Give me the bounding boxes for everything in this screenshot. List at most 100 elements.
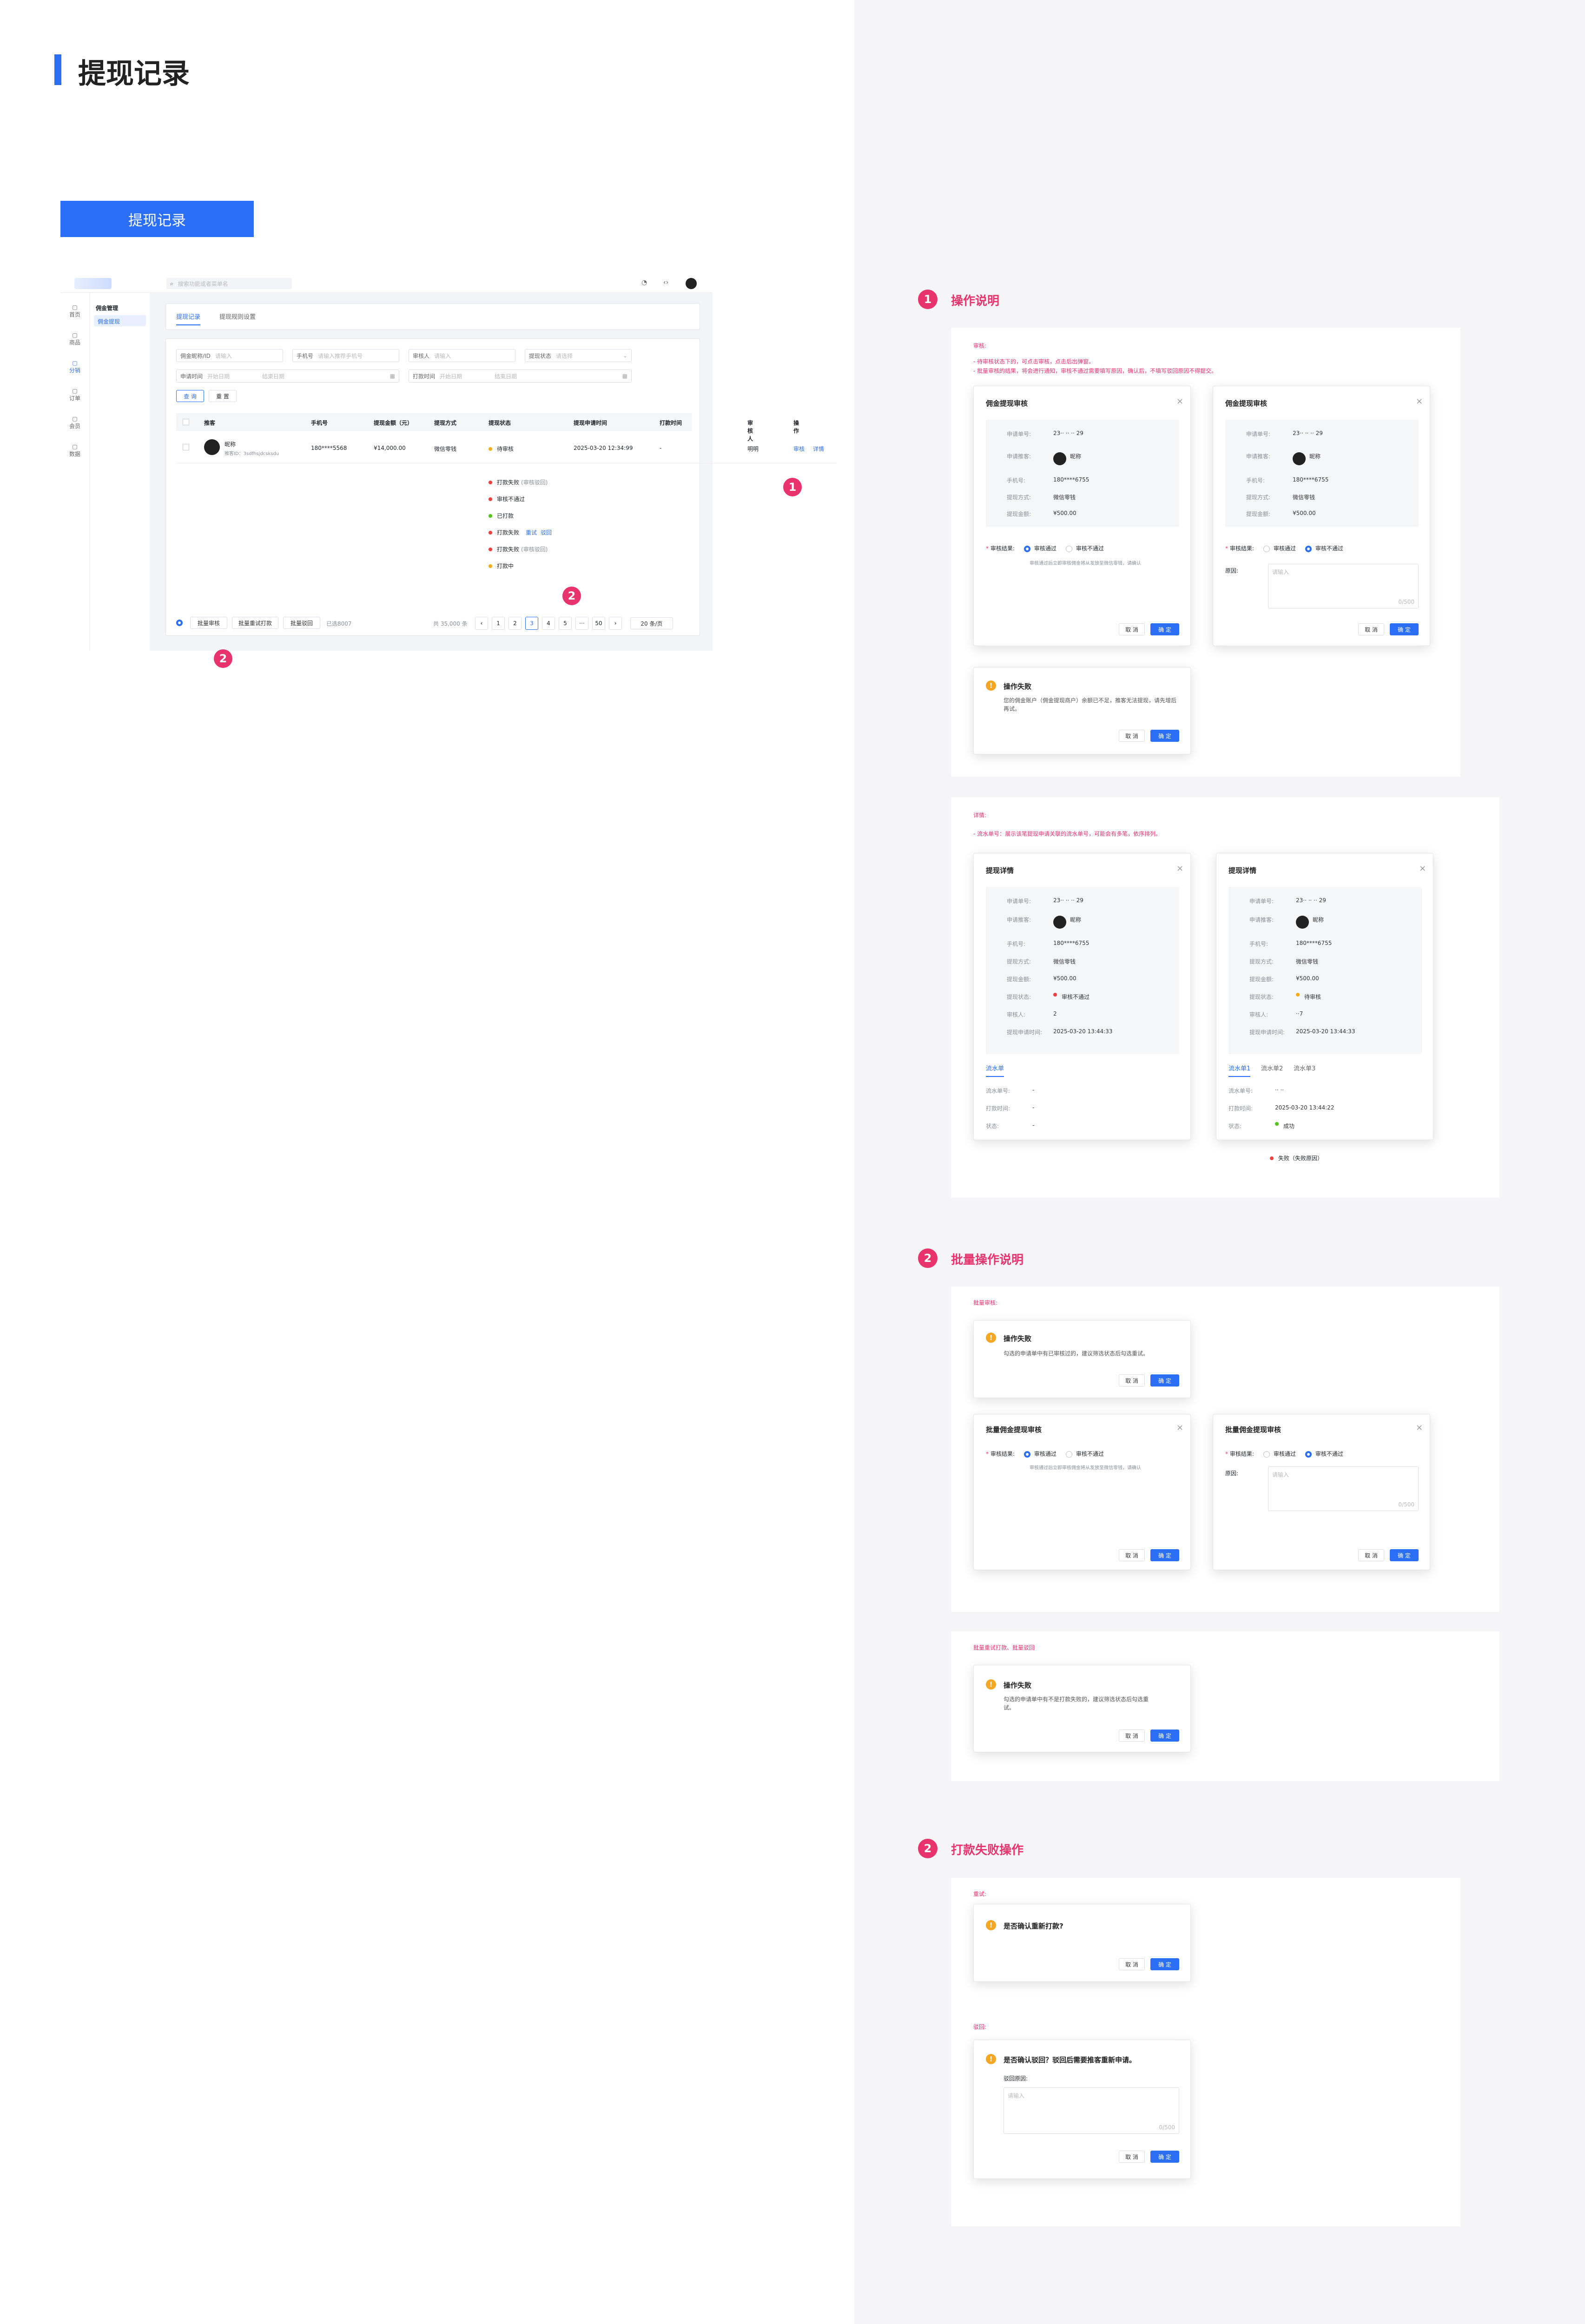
- page-number[interactable]: 4: [542, 617, 555, 630]
- fail-radio[interactable]: [1305, 545, 1312, 552]
- avatar: [1053, 916, 1066, 929]
- cancel-button[interactable]: 取 消: [1358, 623, 1384, 635]
- batch-retry-button[interactable]: 批量重试打款: [232, 617, 278, 629]
- dialog-title: 是否确认重新打款?: [1004, 1922, 1063, 1930]
- fail-radio[interactable]: [1305, 1451, 1312, 1458]
- confirm-button[interactable]: 确 定: [1150, 1730, 1179, 1742]
- section-button[interactable]: 提现记录: [60, 201, 254, 237]
- close-icon[interactable]: ×: [1416, 1423, 1423, 1433]
- note-label: 审核:: [973, 343, 987, 349]
- dialog-title: 批量佣金提现审核: [1225, 1426, 1281, 1434]
- confirm-button[interactable]: 确 定: [1150, 2151, 1179, 2163]
- batch-audit-dialog-pass: 批量佣金提现审核 × * 审核结果: 审核通过 审核不通过 审核通过后立即审核佣金将…: [973, 1414, 1191, 1570]
- filter-pay-time[interactable]: 打款时间 开始日期 结束日期 ▦: [409, 370, 632, 383]
- confirm-button[interactable]: 确 定: [1150, 1374, 1179, 1386]
- retry-link[interactable]: 重试: [526, 528, 537, 536]
- page-number[interactable]: 2: [509, 617, 522, 630]
- confirm-button[interactable]: 确 定: [1150, 623, 1179, 635]
- nav-item[interactable]: ▢ 分销: [60, 360, 89, 374]
- column-header: 提现状态: [489, 420, 511, 426]
- reject-reason-textarea[interactable]: 请输入 0/500: [1004, 2087, 1179, 2134]
- chevron-down-icon: ⌄: [622, 352, 627, 359]
- close-icon[interactable]: ×: [1419, 864, 1426, 873]
- close-icon[interactable]: ×: [1416, 396, 1423, 406]
- cancel-button[interactable]: 取 消: [1358, 1549, 1384, 1561]
- confirm-button[interactable]: 确 定: [1390, 623, 1419, 635]
- dialog-title: 操作失败: [1004, 1681, 1032, 1690]
- tab-flow-1[interactable]: 流水单1: [1228, 1063, 1251, 1077]
- retry-dialog: ! 是否确认重新打款? 取 消 确 定: [973, 1904, 1191, 1982]
- cancel-button[interactable]: 取 消: [1119, 730, 1145, 742]
- confirm-button[interactable]: 确 定: [1150, 730, 1179, 742]
- bell-icon[interactable]: ◔: [641, 279, 647, 286]
- audit-link[interactable]: 审核: [793, 445, 805, 453]
- reset-button[interactable]: 重 置: [209, 390, 237, 402]
- warning-icon: !: [986, 2054, 996, 2064]
- reject-link[interactable]: 驳回: [541, 528, 552, 536]
- pagination: ‹ 1 2 3 4 5 ··· 50 › 20 条/页: [475, 617, 673, 630]
- page-number[interactable]: 50: [592, 617, 605, 630]
- pass-radio[interactable]: [1024, 545, 1030, 552]
- filter-phone[interactable]: 手机号 请输入推荐手机号: [292, 349, 399, 362]
- submenu-item-withdraw[interactable]: 佣金提现: [94, 315, 146, 326]
- reason-textarea[interactable]: 请输入 0/500: [1268, 1466, 1419, 1511]
- confirm-button[interactable]: 确 定: [1150, 1549, 1179, 1561]
- select-radio[interactable]: [176, 620, 183, 626]
- page-number[interactable]: 3: [525, 617, 538, 630]
- note-line: - 待审核状态下的，可点击审核，点击后出弹窗。: [973, 358, 1095, 365]
- search-input[interactable]: ⌕ 搜索功能或者菜单名: [166, 278, 292, 289]
- cancel-button[interactable]: 取 消: [1119, 1549, 1145, 1561]
- warning-icon: !: [986, 1679, 996, 1690]
- pass-radio[interactable]: [1263, 545, 1270, 552]
- page-size-select[interactable]: 20 条/页: [630, 617, 673, 629]
- user-avatar[interactable]: [686, 278, 697, 289]
- confirm-button[interactable]: 确 定: [1390, 1549, 1419, 1561]
- fail-radio[interactable]: [1065, 1451, 1072, 1458]
- nav-rail: ▢ 首页 ▢ 商品 ▢ 分销 ▢ 订单 ▢ 会员 ▢ 数据: [60, 293, 89, 651]
- code-icon[interactable]: ‹›: [663, 279, 668, 286]
- batch-audit-button[interactable]: 批量审核: [190, 617, 227, 629]
- detail-link[interactable]: 详情: [813, 445, 824, 453]
- filter-nickname[interactable]: 佣金昵称/ID 请输入: [176, 349, 283, 362]
- nav-item[interactable]: ▢ 订单: [60, 388, 89, 402]
- nav-item[interactable]: ▢ 会员: [60, 416, 89, 430]
- cancel-button[interactable]: 取 消: [1119, 1730, 1145, 1742]
- note-label: 批量重试打款、批量驳回: [973, 1644, 1035, 1651]
- filter-apply-time[interactable]: 申请时间 开始日期 结束日期 ▦: [176, 370, 399, 383]
- pass-radio[interactable]: [1263, 1451, 1270, 1458]
- nav-item[interactable]: ▢ 数据: [60, 443, 89, 458]
- filter-status[interactable]: 提现状态 请选择 ⌄: [525, 349, 632, 362]
- select-all-checkbox[interactable]: [183, 419, 189, 425]
- page-number[interactable]: 5: [559, 617, 572, 630]
- tab-flow-2[interactable]: 流水单2: [1261, 1063, 1283, 1072]
- nav-item[interactable]: ▢ 首页: [60, 304, 89, 318]
- filter-reviewer[interactable]: 审核人 请输入: [409, 349, 515, 362]
- tab-records[interactable]: 提现记录: [176, 312, 201, 325]
- close-icon[interactable]: ×: [1176, 864, 1183, 873]
- batch-reject-button[interactable]: 批量驳回: [283, 617, 320, 629]
- reason-textarea[interactable]: 请输入 0/500: [1268, 564, 1419, 608]
- close-icon[interactable]: ×: [1176, 396, 1183, 406]
- query-button[interactable]: 查 询: [176, 390, 204, 402]
- avatar: [1053, 452, 1066, 465]
- cancel-button[interactable]: 取 消: [1119, 623, 1145, 635]
- cancel-button[interactable]: 取 消: [1119, 2151, 1145, 2163]
- tab-flow[interactable]: 流水单: [986, 1063, 1004, 1077]
- page-number[interactable]: 1: [492, 617, 505, 630]
- cancel-button[interactable]: 取 消: [1119, 1958, 1145, 1970]
- row-checkbox[interactable]: [183, 444, 189, 450]
- next-page-icon[interactable]: ›: [609, 617, 622, 630]
- page-number[interactable]: ···: [575, 617, 588, 630]
- prev-page-icon[interactable]: ‹: [475, 617, 488, 630]
- pass-note: 审核通过后立即审核佣金将从发放至微信零钱，请确认: [1030, 1466, 1141, 1471]
- nav-item[interactable]: ▢ 商品: [60, 332, 89, 346]
- tab-rules[interactable]: 提现规则设置: [219, 312, 256, 321]
- close-icon[interactable]: ×: [1176, 1423, 1183, 1433]
- pass-radio[interactable]: [1024, 1451, 1030, 1458]
- cancel-button[interactable]: 取 消: [1119, 1374, 1145, 1386]
- info-box: 申请单号: 23·· ·· ·· 29 申请推客: 昵称 手机号: 180****67…: [1225, 420, 1419, 527]
- fail-radio[interactable]: [1065, 545, 1072, 552]
- status-example: 已打款: [489, 512, 514, 520]
- tab-flow-3[interactable]: 流水单3: [1294, 1063, 1315, 1072]
- confirm-button[interactable]: 确 定: [1150, 1958, 1179, 1970]
